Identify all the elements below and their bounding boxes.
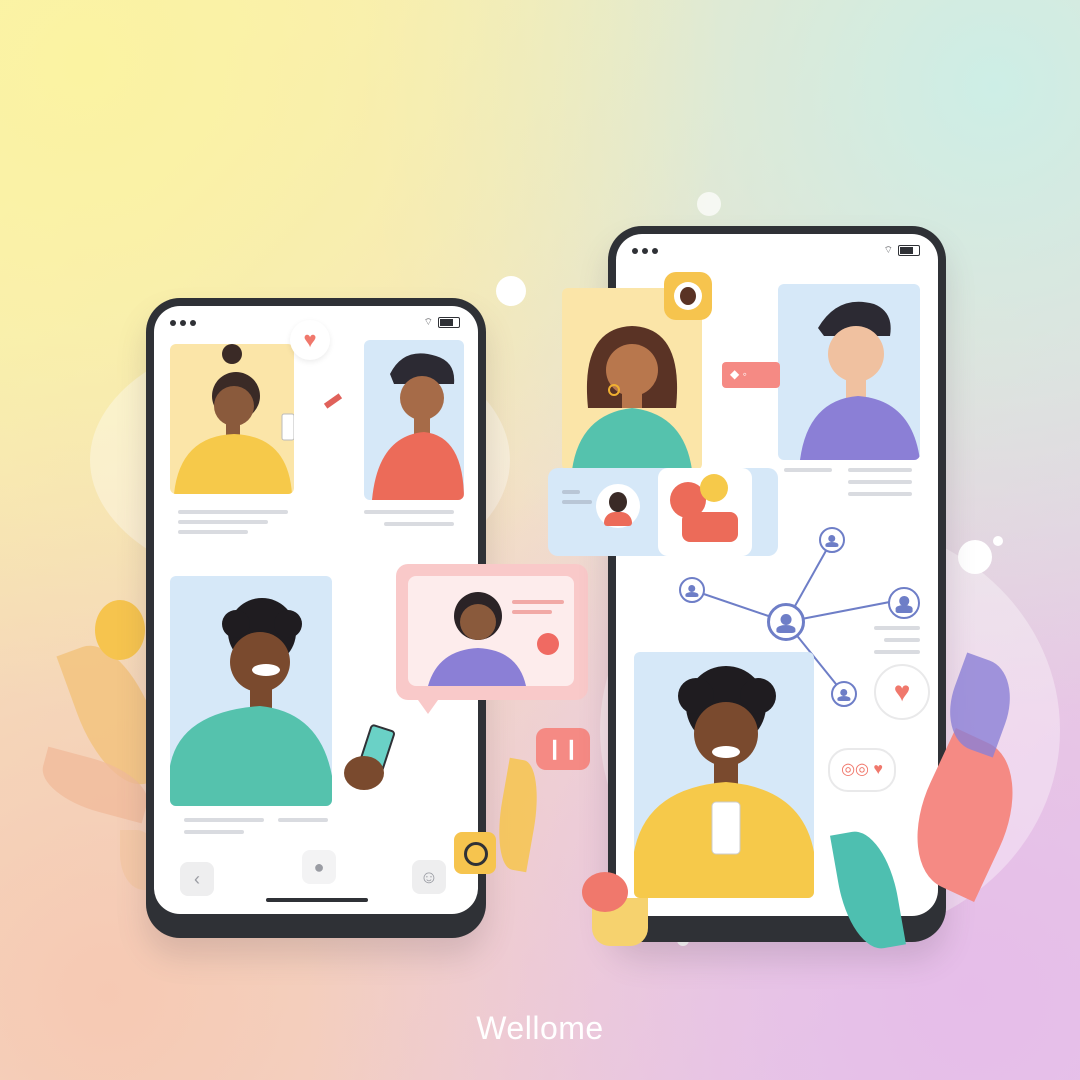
heart-reaction-button[interactable]: ♥ — [874, 664, 930, 720]
avatar-body — [604, 512, 632, 526]
profile-button[interactable]: ☺ — [412, 860, 446, 894]
avatar-woman-illustration — [174, 344, 294, 494]
pause-icon: ❙❙ — [546, 738, 580, 760]
text-line — [178, 520, 268, 524]
network-node-icon[interactable] — [767, 603, 805, 641]
heart-bubble: ♥ — [290, 320, 330, 360]
status-icons: ⌔ — [884, 244, 920, 257]
avatar-man-curly-illustration — [634, 666, 814, 898]
signal-dots-icon — [632, 248, 658, 254]
bubble-tail — [418, 700, 438, 714]
network-node-icon[interactable] — [888, 587, 920, 619]
back-icon: ‹ — [194, 869, 200, 889]
network-node-icon[interactable] — [819, 527, 845, 553]
group-chat-card[interactable] — [548, 468, 778, 556]
text-line — [848, 492, 912, 496]
signal-dots-icon — [170, 320, 196, 326]
text-line — [184, 830, 244, 834]
text-line — [562, 500, 592, 504]
video-tile-woman[interactable] — [170, 344, 294, 494]
group-video-tile — [658, 468, 752, 556]
text-line — [178, 530, 248, 534]
mug-plant — [582, 872, 628, 912]
video-call-inner — [408, 576, 574, 686]
chat-button[interactable]: ● — [302, 850, 336, 884]
text-line — [184, 818, 264, 822]
plant-leaf — [95, 600, 145, 660]
video-tile-man-curly[interactable] — [634, 652, 814, 898]
group-avatar-body — [682, 512, 738, 542]
notification-bubble[interactable] — [454, 832, 496, 874]
decor-dot — [958, 540, 992, 574]
avatar-badge-bubble[interactable] — [664, 272, 712, 320]
network-node-icon[interactable] — [831, 681, 857, 707]
video-tile-man-purple[interactable] — [778, 284, 920, 460]
back-button[interactable]: ‹ — [180, 862, 214, 896]
decor-dot — [496, 276, 526, 306]
video-tile-man-phone[interactable] — [170, 576, 332, 806]
status-bar: ⌔ — [616, 238, 938, 262]
text-line — [178, 510, 288, 514]
status-icons: ⌔ — [424, 316, 460, 329]
text-line — [784, 468, 832, 472]
pause-bubble[interactable]: ❙❙ — [536, 728, 590, 770]
brand-text: Wellome — [476, 1010, 604, 1046]
network-node-icon[interactable] — [679, 577, 705, 603]
battery-icon — [898, 245, 920, 256]
home-indicator — [266, 898, 368, 902]
wifi-icon: ⌔ — [883, 245, 893, 256]
text-line — [848, 468, 912, 472]
avatar-badge-face — [680, 287, 696, 305]
avatar-man-purple-illustration — [800, 301, 920, 460]
hand-illustration — [344, 756, 384, 790]
decor-dot — [993, 536, 1003, 546]
group-avatar-yellow — [700, 474, 728, 502]
video-call-bubble[interactable] — [396, 564, 588, 714]
battery-icon — [438, 317, 460, 328]
tool-hammer-icon — [323, 393, 343, 409]
text-line — [848, 480, 912, 484]
circle-notification-icon — [464, 842, 488, 866]
connection-pill[interactable]: ◆ ◦ — [722, 362, 780, 388]
reaction-bubble[interactable]: ◎◎ ♥ — [828, 748, 896, 792]
text-line — [384, 522, 454, 526]
text-line — [562, 490, 580, 494]
avatar-woman-call-illustration — [428, 592, 564, 686]
decor-dot — [697, 192, 721, 216]
chat-icon: ● — [313, 857, 325, 877]
avatar-man-phone-illustration — [170, 598, 332, 806]
heart-icon: ♥ — [893, 676, 911, 707]
profile-icon: ☺ — [419, 867, 439, 887]
avatar — [596, 484, 640, 528]
avatar-man-illustration — [372, 353, 464, 500]
text-line — [278, 818, 328, 822]
avatar-face — [609, 492, 627, 512]
heart-icon: ♥ — [303, 327, 317, 352]
connection-pill-icon: ◆ ◦ — [730, 367, 747, 381]
wifi-icon: ⌔ — [423, 317, 433, 328]
reaction-icon: ◎◎ ♥ — [841, 761, 883, 778]
video-tile-man[interactable] — [364, 340, 464, 500]
text-line — [364, 510, 454, 514]
